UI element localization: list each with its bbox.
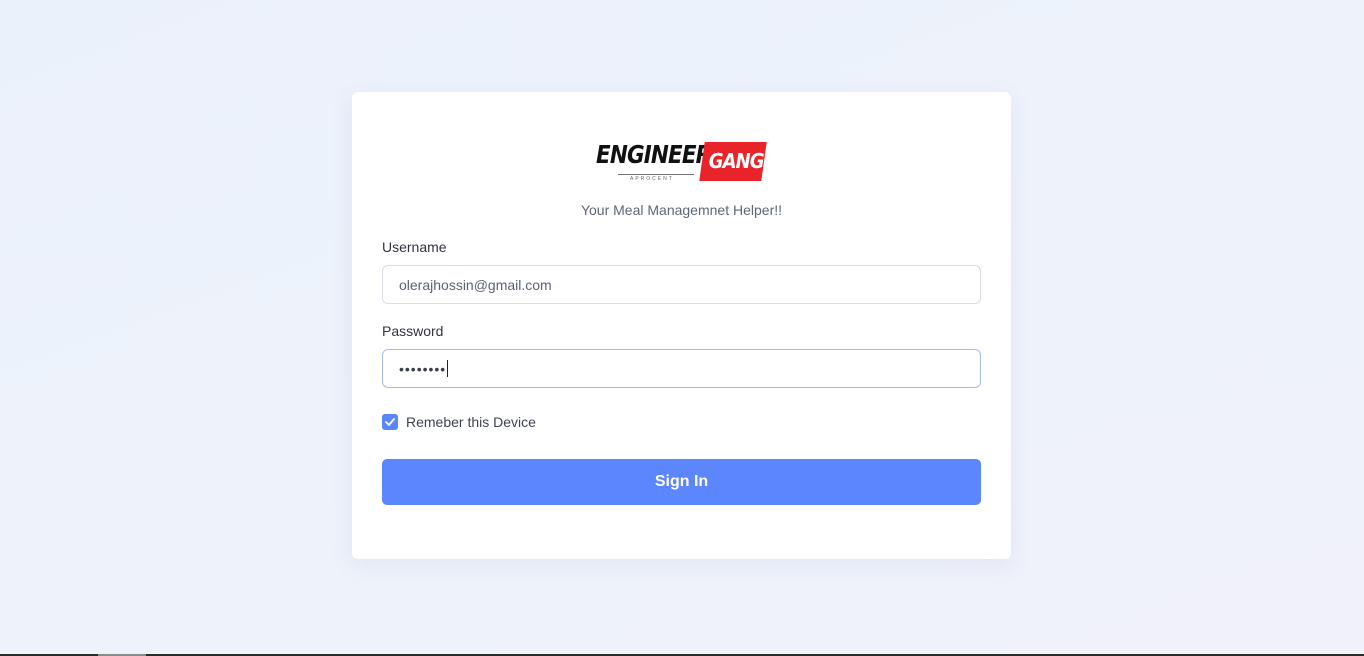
check-icon xyxy=(385,418,395,426)
login-card: ENGINEER GANG APROCENT Your Meal Managem… xyxy=(352,92,1011,559)
logo-divider xyxy=(618,174,694,175)
logo-sub-text: APROCENT xyxy=(630,176,674,182)
username-input[interactable]: olerajhossin@gmail.com xyxy=(382,265,981,304)
password-masked-value: •••••••• xyxy=(399,360,447,377)
password-label: Password xyxy=(382,323,444,339)
password-input[interactable]: •••••••• xyxy=(382,349,981,388)
logo-accent-text: GANG xyxy=(708,149,765,173)
logo-primary-text: ENGINEER xyxy=(596,140,712,169)
remember-device[interactable]: Remeber this Device xyxy=(382,414,536,430)
username-value: olerajhossin@gmail.com xyxy=(399,276,552,293)
text-caret xyxy=(447,360,449,377)
remember-label: Remeber this Device xyxy=(406,414,536,430)
username-label: Username xyxy=(382,239,447,255)
remember-checkbox[interactable] xyxy=(382,414,398,430)
tagline: Your Meal Managemnet Helper!! xyxy=(580,202,783,218)
brand-logo: ENGINEER GANG APROCENT xyxy=(596,140,767,184)
sign-in-button[interactable]: Sign In xyxy=(382,459,981,505)
